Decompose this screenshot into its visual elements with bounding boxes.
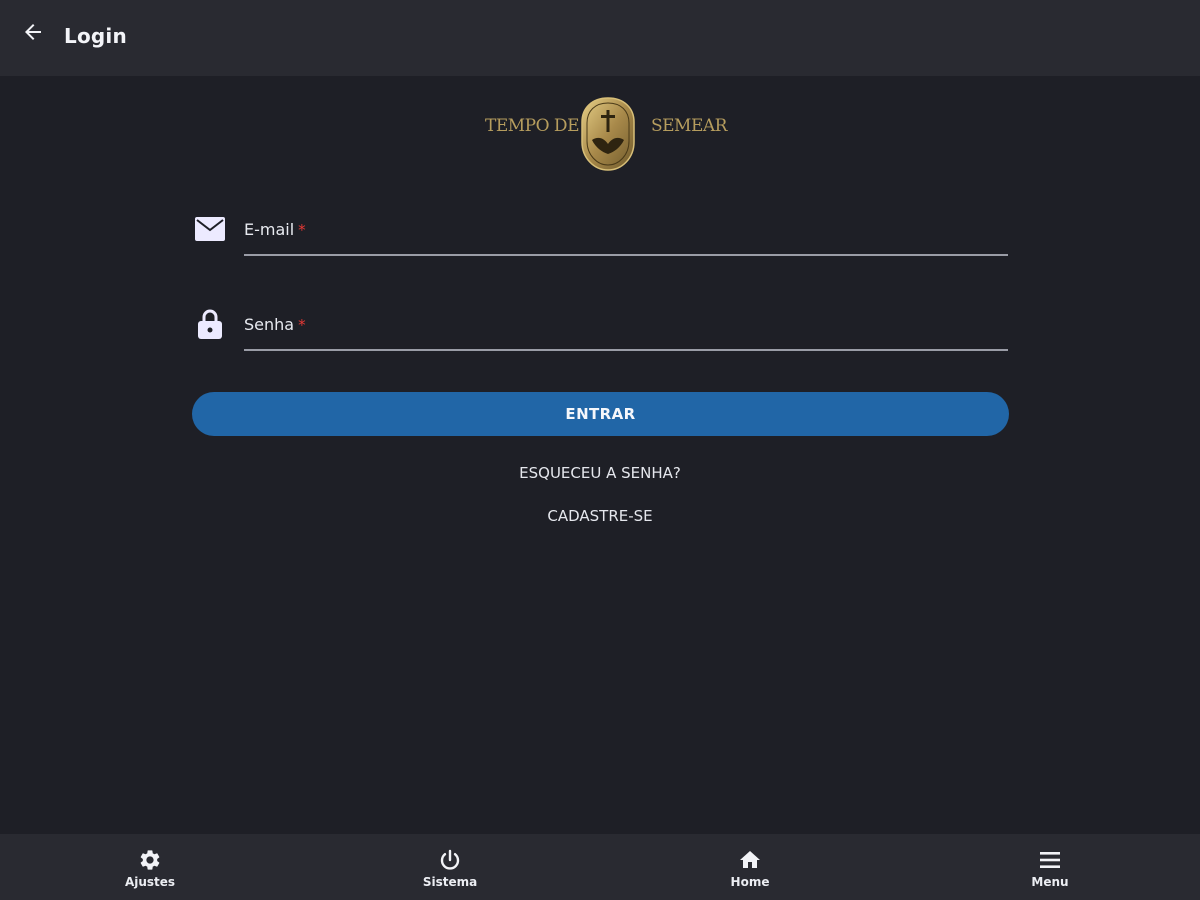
home-icon xyxy=(737,847,763,873)
nav-item-ajustes[interactable]: Ajustes xyxy=(90,834,210,900)
password-input[interactable] xyxy=(244,311,1008,347)
page-title: Login xyxy=(64,24,127,48)
nav-item-home[interactable]: Home xyxy=(690,834,810,900)
nav-item-menu[interactable]: Menu xyxy=(990,834,1110,900)
nav-label: Home xyxy=(730,875,770,889)
logo-right-text: SEMEAR xyxy=(651,116,727,136)
brand-logo: TEMPO DE SEMEAR xyxy=(485,96,727,174)
email-underline xyxy=(244,254,1008,256)
lock-icon xyxy=(192,307,228,341)
seal-emblem-icon xyxy=(581,97,635,171)
bottom-navigation: Ajustes Sistema Home Menu xyxy=(0,834,1200,900)
power-icon xyxy=(437,847,463,873)
back-button[interactable] xyxy=(18,20,48,48)
password-field-group: Senha * xyxy=(192,305,1010,355)
email-input[interactable] xyxy=(244,216,1008,252)
nav-label: Menu xyxy=(1031,875,1069,889)
arrow-left-icon xyxy=(21,20,45,48)
forgot-password-link[interactable]: ESQUECEU A SENHA? xyxy=(400,464,800,482)
nav-label: Sistema xyxy=(422,875,478,889)
nav-label: Ajustes xyxy=(124,875,176,889)
logo-left-text: TEMPO DE xyxy=(485,116,579,136)
hamburger-menu-icon xyxy=(1037,847,1063,873)
gear-icon xyxy=(137,847,163,873)
enter-button[interactable]: ENTRAR xyxy=(192,392,1009,436)
top-app-bar: Login xyxy=(0,0,1200,76)
email-field-group: E-mail * xyxy=(192,210,1010,260)
signup-link[interactable]: CADASTRE-SE xyxy=(400,507,800,525)
nav-item-sistema[interactable]: Sistema xyxy=(390,834,510,900)
password-underline xyxy=(244,349,1008,351)
mail-icon xyxy=(192,212,228,246)
